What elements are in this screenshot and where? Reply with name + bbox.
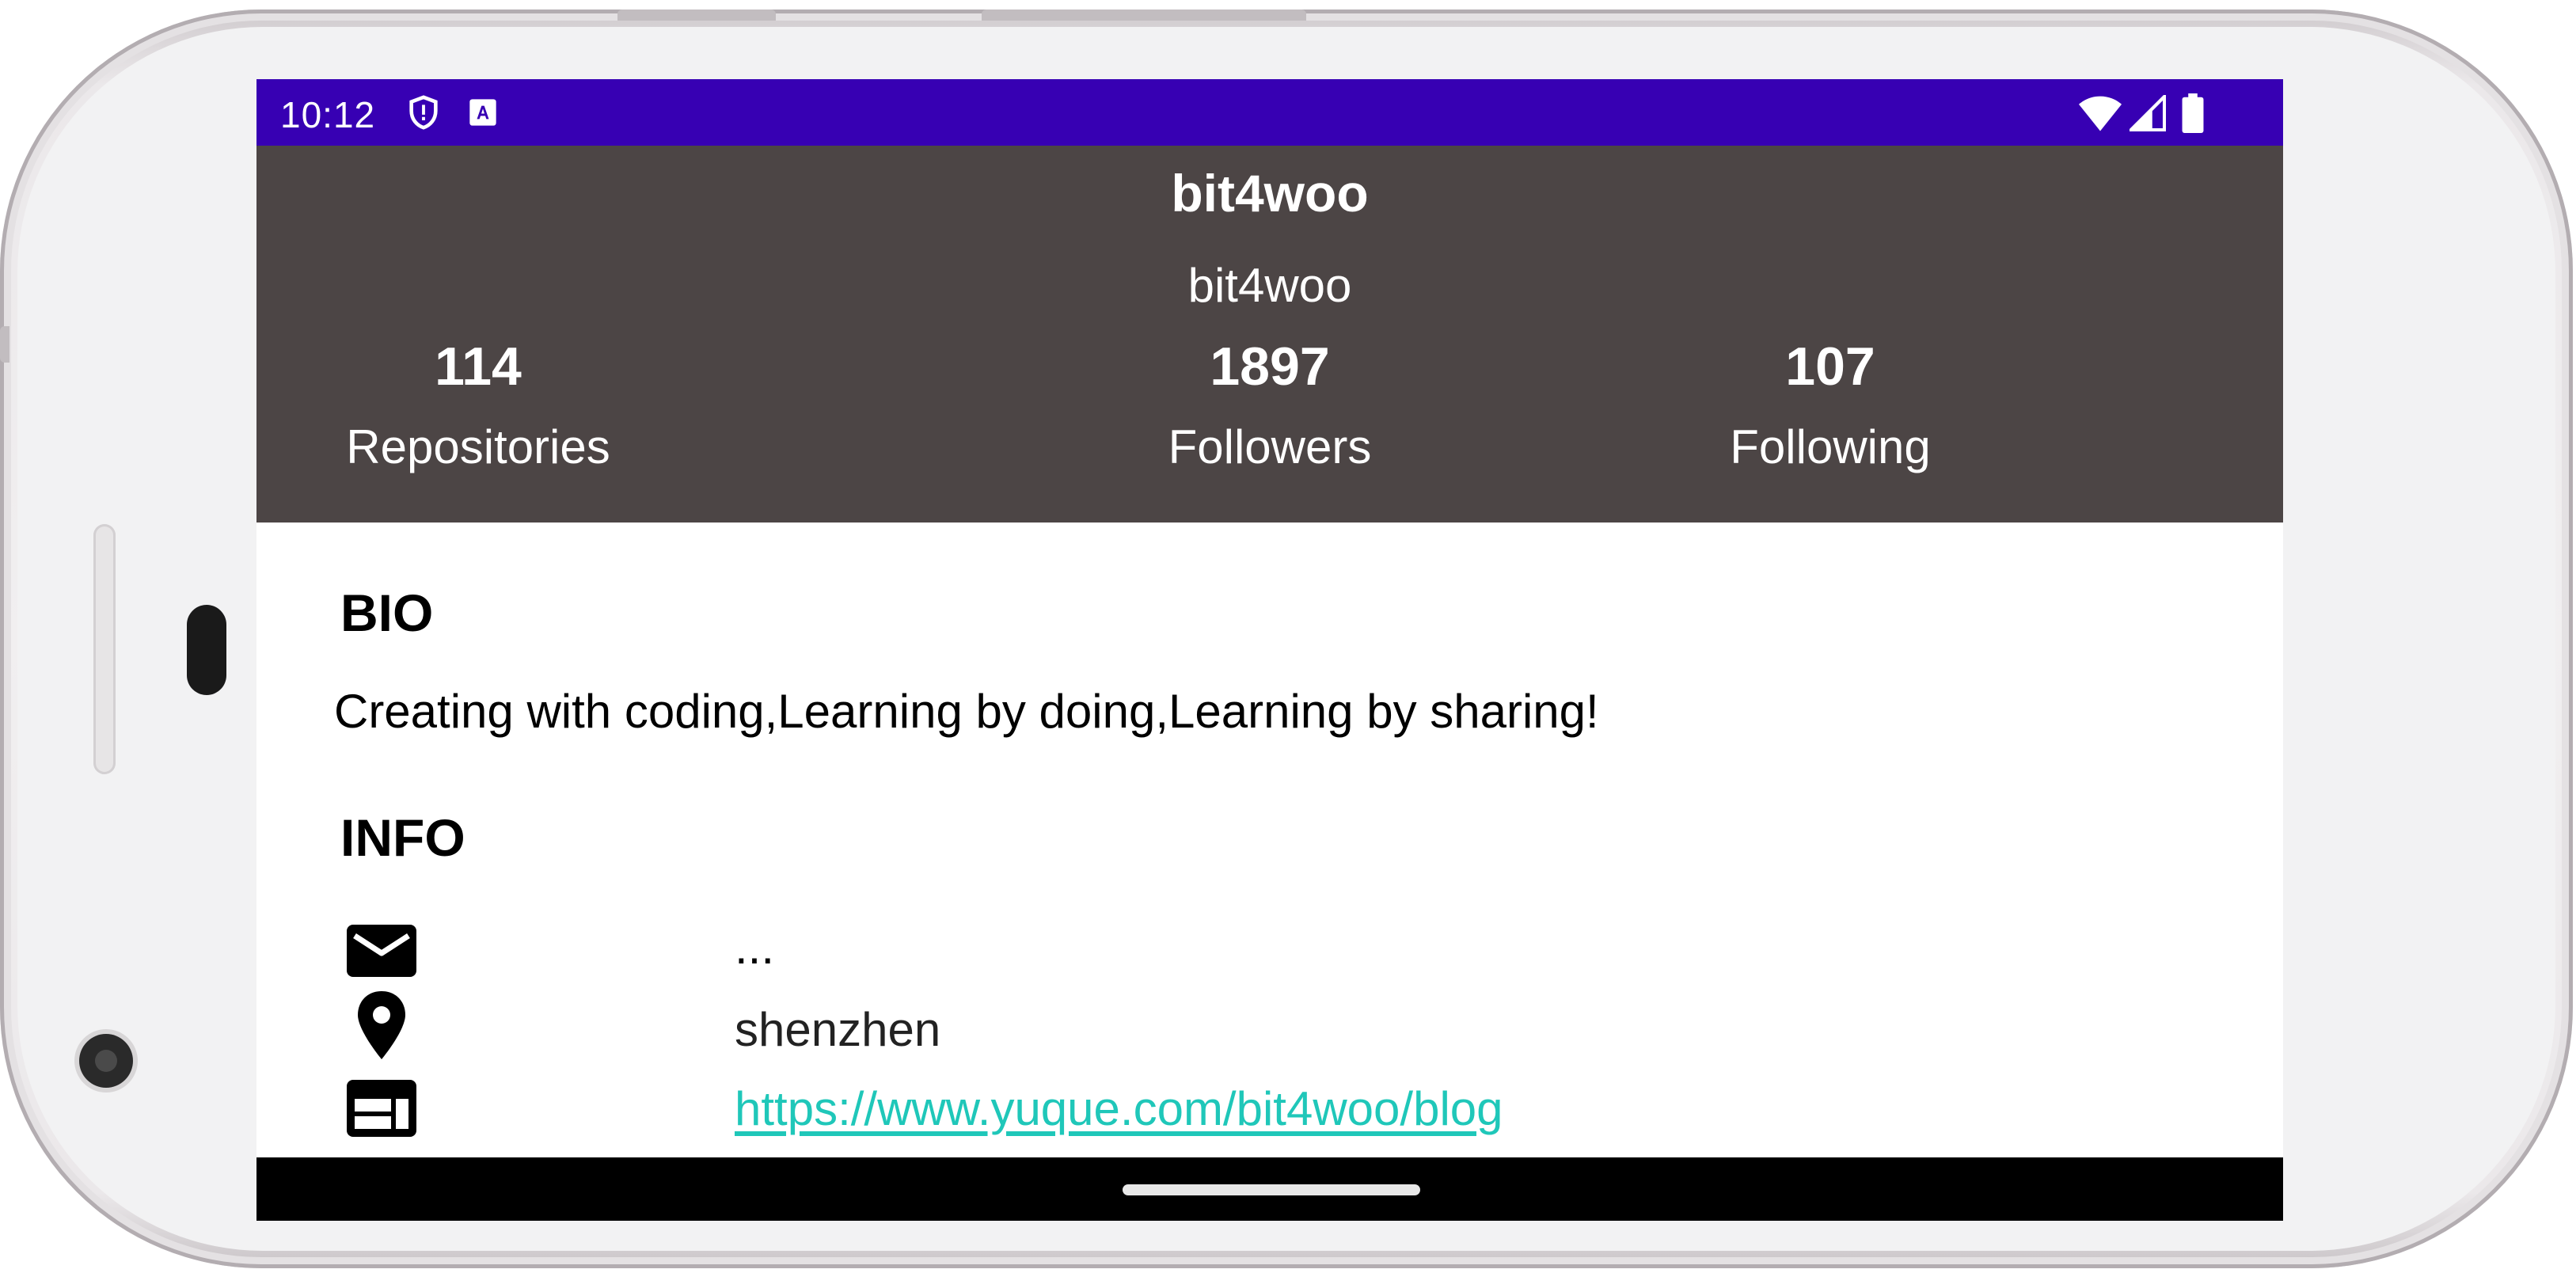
bio-heading: BIO xyxy=(340,583,434,642)
blog-link[interactable]: https://www.yuque.com/bit4woo/blog xyxy=(735,1081,1503,1136)
email-value: ... xyxy=(735,921,775,974)
shield-alert-icon xyxy=(409,95,438,130)
stat-repositories[interactable]: 114 Repositories xyxy=(256,336,716,474)
home-gesture-handle[interactable] xyxy=(1123,1184,1420,1195)
stat-label: Following xyxy=(1730,420,1931,473)
location-value: shenzhen xyxy=(735,1003,941,1056)
stat-value: 107 xyxy=(1785,336,1875,397)
front-camera xyxy=(79,1034,133,1088)
status-bar: 10:12 xyxy=(256,79,2283,146)
top-button-right xyxy=(982,10,1306,21)
profile-login: bit4woo xyxy=(1187,259,1352,312)
navigation-bar xyxy=(256,1157,2283,1221)
cell-signal-icon xyxy=(2130,95,2166,131)
stat-label: Repositories xyxy=(346,420,610,473)
info-heading: INFO xyxy=(340,808,465,867)
location-pin-icon xyxy=(358,991,405,1059)
profile-header: bit4woo bit4woo 114 Repositories 1897 Fo… xyxy=(256,146,2283,522)
stat-value: 1897 xyxy=(1210,336,1330,397)
side-button xyxy=(0,326,9,363)
status-time: 10:12 xyxy=(280,94,376,135)
stat-following[interactable]: 107 Following xyxy=(1593,336,2068,474)
info-blog-row: https://www.yuque.com/bit4woo/blog xyxy=(344,1074,1927,1145)
profile-name: bit4woo xyxy=(1171,164,1369,222)
a-notification-icon xyxy=(469,99,496,126)
bio-text: Creating with coding,Learning by doing,L… xyxy=(334,685,1599,738)
info-location-row: shenzhen xyxy=(344,990,1927,1061)
stat-value: 114 xyxy=(435,336,522,397)
web-icon xyxy=(347,1080,416,1137)
device-stage: 10:12 bit4woo bit4woo 114 Repositories 1… xyxy=(0,0,2576,1273)
top-button-left xyxy=(617,10,776,21)
battery-icon xyxy=(2182,93,2204,133)
info-email-row: ... xyxy=(344,914,1927,985)
mail-icon xyxy=(347,925,416,977)
proximity-sensor xyxy=(187,605,226,695)
profile-details: BIO Creating with coding,Learning by doi… xyxy=(256,522,2283,1157)
stat-followers[interactable]: 1897 Followers xyxy=(1032,336,1507,474)
speaker-grille xyxy=(93,524,116,774)
wifi-icon xyxy=(2079,96,2122,131)
stat-label: Followers xyxy=(1168,420,1372,473)
app-screen: 10:12 bit4woo bit4woo 114 Repositories 1… xyxy=(256,79,2283,1221)
phone-frame: 10:12 bit4woo bit4woo 114 Repositories 1… xyxy=(0,10,2573,1268)
